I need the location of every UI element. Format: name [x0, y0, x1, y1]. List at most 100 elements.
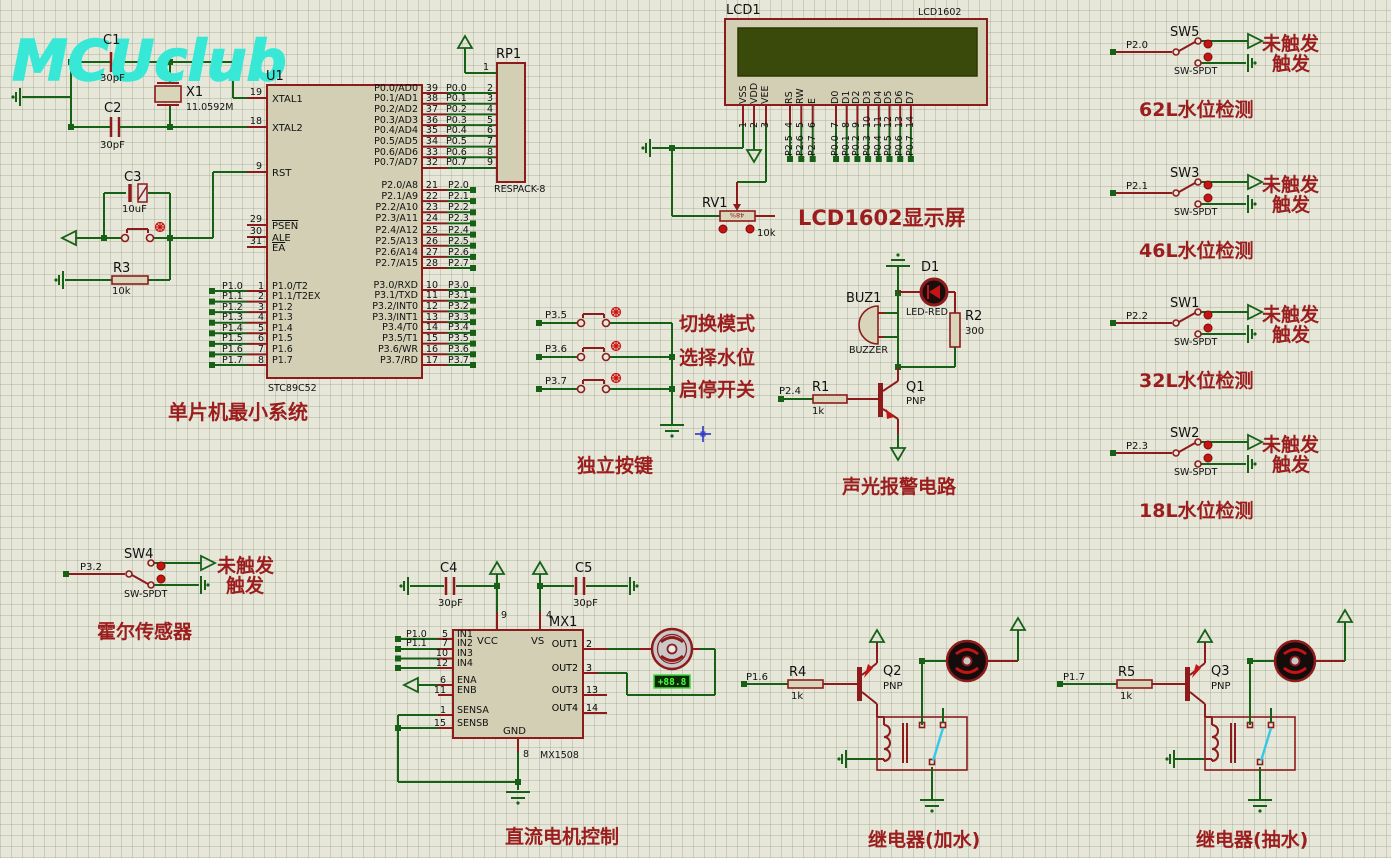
buz1-value[interactable]: BUZZER	[849, 345, 888, 356]
pin-row[interactable]: P3.6/WR 16 P3.6	[378, 344, 624, 355]
r2-value[interactable]: 300	[965, 326, 984, 337]
q1-ref[interactable]: Q1	[906, 380, 925, 395]
sw5-net[interactable]: P2.0	[1126, 40, 1148, 51]
motor-pump-out[interactable]	[1273, 639, 1317, 683]
pin-row[interactable]: P3.5/T1 15 P3.5	[382, 333, 624, 344]
pin-row[interactable]: P0.7/AD7 32 P0.7 9	[374, 157, 624, 168]
lcd-pin-column[interactable]: D7 14 P0.7	[905, 70, 916, 230]
d1-ref[interactable]: D1	[921, 260, 939, 275]
mx1-out2-row[interactable]: OUT2 3	[520, 663, 630, 673]
lcd-pin-column[interactable]: D0 7 P0.0	[830, 70, 842, 230]
lcd-pin-column[interactable]: RW 5 P2.6	[795, 70, 807, 230]
lcd-pin-column[interactable]: E 6 P2.7	[807, 70, 818, 230]
sw4-ref[interactable]: SW4	[124, 547, 153, 562]
pin-row[interactable]: 6 ENA	[432, 675, 572, 685]
x1-ref[interactable]: X1	[186, 85, 203, 100]
r5-value[interactable]: 1k	[1120, 691, 1132, 702]
pin-row[interactable]: P0.0/AD0 39 P0.0 2	[374, 82, 624, 93]
sw1-ref[interactable]: SW1	[1170, 296, 1199, 311]
u1-p3-pins[interactable]: P3.0/RXD 10 P3.0 P3.1/TXD 11 P3.1 P3.2/I…	[372, 279, 624, 365]
lcd-pin-column[interactable]: VDD 2	[749, 70, 760, 230]
u1-p0-pins[interactable]: P0.0/AD0 39 P0.0 2 P0.1/AD1 38 P0.1 3 P0…	[374, 82, 624, 168]
c3-value[interactable]: 10uF	[122, 204, 147, 215]
pin-row[interactable]: P3.3/INT1 13 P3.3	[372, 312, 624, 323]
pin-row[interactable]: P2.3/A11 24 P2.3	[375, 213, 624, 224]
q1-value[interactable]: PNP	[906, 396, 926, 407]
lcd-pin-column[interactable]: VSS 1	[738, 70, 749, 230]
relay2-net[interactable]: P1.7	[1063, 672, 1085, 683]
lcd-data-pins[interactable]: D0 7 P0.0 D1 8 P0.1 D2 9 P0.2 D3 10 P0.3…	[830, 70, 917, 230]
pin-row[interactable]: P2.5/A13 26 P2.5	[375, 235, 624, 246]
r4-value[interactable]: 1k	[791, 691, 803, 702]
x1-value[interactable]: 11.0592M	[186, 102, 233, 113]
pin-row[interactable]: P2.2/A10 23 P2.2	[375, 202, 624, 213]
lcd-pin-column[interactable]: D6 13 P0.6	[894, 70, 906, 230]
relay2-circuit[interactable]	[1057, 609, 1353, 814]
sw3-net[interactable]: P2.1	[1126, 181, 1148, 192]
pin-row[interactable]: 10 IN3	[406, 649, 566, 659]
c5-ref[interactable]: C5	[575, 561, 592, 576]
c5-value[interactable]: 30pF	[573, 598, 598, 609]
q2-ref[interactable]: Q2	[883, 664, 902, 679]
pin-row[interactable]: P2.6/A14 27 P2.6	[375, 246, 624, 258]
c3-ref[interactable]: C3	[124, 170, 141, 185]
c2-value[interactable]: 30pF	[100, 140, 125, 151]
r1-ref[interactable]: R1	[812, 380, 829, 395]
motor-pump-in[interactable]	[945, 639, 989, 683]
motor-main[interactable]	[650, 627, 694, 671]
u1-ref[interactable]: U1	[266, 69, 284, 84]
sw5-model[interactable]: SW-SPDT	[1174, 66, 1218, 77]
pin-row[interactable]: P2.1/A9 22 P2.1	[381, 191, 624, 202]
lcd-ref[interactable]: LCD1	[726, 3, 761, 18]
sw3-ref[interactable]: SW3	[1170, 166, 1199, 181]
pin-row[interactable]: P1.0 5 IN1	[406, 630, 566, 640]
r1-net[interactable]: P2.4	[779, 386, 801, 397]
q2-value[interactable]: PNP	[883, 681, 903, 692]
pin-row[interactable]: P0.3/AD3 36 P0.3 5	[374, 114, 624, 125]
r3-resistor[interactable]	[111, 275, 149, 285]
lcd-power-pins[interactable]: VSS 1 VDD 2 VEE 3	[738, 70, 772, 230]
pin-row[interactable]: P3.0/RXD 10 P3.0	[374, 279, 624, 290]
r5-ref[interactable]: R5	[1118, 665, 1135, 680]
c4-value[interactable]: 30pF	[438, 598, 463, 609]
pin-row[interactable]: P0.2/AD2 37 P0.2 4	[374, 104, 624, 115]
pin-row[interactable]: P0.5/AD5 34 P0.5 7	[374, 136, 624, 147]
u1-value[interactable]: STC89C52	[268, 383, 317, 394]
c1-ref[interactable]: C1	[103, 33, 120, 48]
sw1-model[interactable]: SW-SPDT	[1174, 337, 1218, 348]
mx1-out3-row[interactable]: OUT3 13	[520, 685, 630, 695]
pin-row[interactable]: P2.7/A15 28 P2.7	[375, 257, 624, 269]
sw4-model[interactable]: SW-SPDT	[124, 589, 168, 600]
lcd-model[interactable]: LCD1602	[918, 7, 961, 18]
pin-row[interactable]: 15 SENSB	[428, 715, 578, 728]
r1-value[interactable]: 1k	[812, 406, 824, 417]
buz1-ref[interactable]: BUZ1	[846, 291, 881, 306]
sw2-net[interactable]: P2.3	[1126, 441, 1148, 452]
q3-value[interactable]: PNP	[1211, 681, 1231, 692]
mx1-out1-row[interactable]: OUT1 2	[520, 639, 630, 649]
relay1-net[interactable]: P1.6	[746, 672, 768, 683]
pin-row[interactable]: P0.4/AD4 35 P0.4 6	[374, 125, 624, 136]
c2-ref[interactable]: C2	[104, 101, 121, 116]
c1-value[interactable]: 30pF	[100, 73, 125, 84]
pin-row[interactable]: P3.7/RD 17 P3.7	[380, 354, 624, 365]
pin-row[interactable]: P3.4/T0 14 P3.4	[382, 322, 624, 333]
pin-row[interactable]: P0.6/AD6 33 P0.6 8	[374, 147, 624, 158]
sw5-ref[interactable]: SW5	[1170, 25, 1199, 40]
lcd-pin-column[interactable]: VEE 3	[760, 70, 772, 230]
sw2-ref[interactable]: SW2	[1170, 426, 1199, 441]
schematic-svg[interactable]: MCUclub C1 30pF C2 30pF X1 11.0592M C3 1…	[0, 0, 1391, 858]
lcd-ctrl-pins[interactable]: RS 4 P2.5 RW 5 P2.6 E 6 P2.7	[784, 70, 819, 230]
r3-value[interactable]: 10k	[112, 286, 131, 297]
alarm-circuit[interactable]	[778, 252, 961, 461]
pin-row[interactable]: P0.1/AD1 38 P0.1 3	[374, 93, 624, 104]
rv1-ref[interactable]: RV1	[702, 196, 728, 211]
pin-row[interactable]: P2.4/A12 25 P2.4	[375, 224, 624, 235]
rp1-ref[interactable]: RP1	[496, 47, 521, 62]
d1-value[interactable]: LED-RED	[906, 307, 948, 318]
sw3-model[interactable]: SW-SPDT	[1174, 207, 1218, 218]
lcd-pin-column[interactable]: D3 10 P0.3	[862, 70, 874, 230]
sw4-net[interactable]: P3.2	[80, 562, 102, 573]
c2-capacitor[interactable]	[109, 117, 121, 137]
q3-ref[interactable]: Q3	[1211, 664, 1230, 679]
